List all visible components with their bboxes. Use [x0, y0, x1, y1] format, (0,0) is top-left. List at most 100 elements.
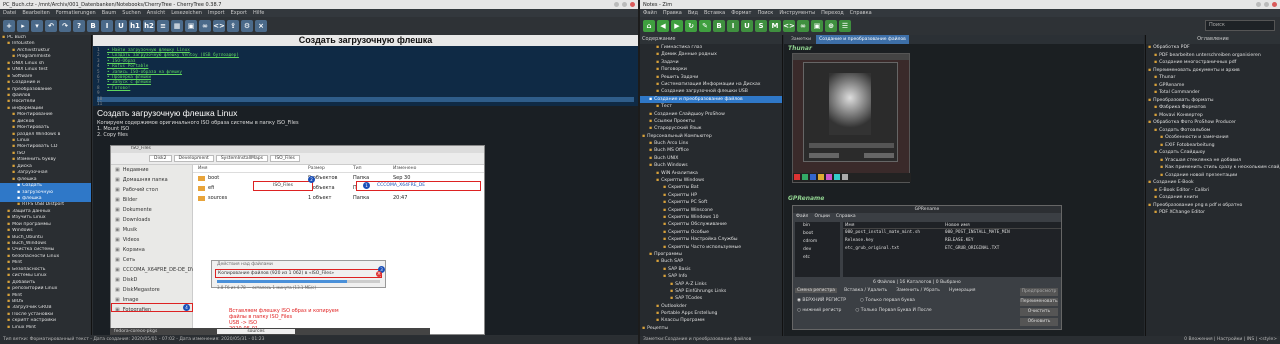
- rename-button[interactable]: Переименовать: [1020, 298, 1058, 306]
- tree-item[interactable]: ▪ Скрипты Windows: [640, 177, 782, 184]
- home-icon[interactable]: ⌂: [643, 20, 655, 32]
- code-text[interactable]: • Rufus Portable: [107, 64, 148, 69]
- file-row[interactable]: sources 1 объект Папка 20:47: [198, 193, 484, 203]
- tree-item[interactable]: ▪ Рецепты: [640, 325, 782, 332]
- image-icon[interactable]: ▣: [185, 20, 197, 32]
- italic-icon[interactable]: I: [101, 20, 113, 32]
- dir-item[interactable]: bin: [795, 222, 840, 230]
- radio-first[interactable]: ○ Только первая буква: [860, 298, 915, 303]
- gpr-row[interactable]: etc_grub_original.txt ETC_GRUB_ORIGINAL.T…: [843, 245, 1061, 253]
- menu-item[interactable]: Hilfe: [253, 10, 264, 16]
- menu-item[interactable]: Lesezeichen: [171, 10, 202, 16]
- tree-item[interactable]: ▪ Создание новой презентации: [1146, 172, 1280, 180]
- column-header[interactable]: Размер: [308, 166, 353, 171]
- tree-item[interactable]: ▪ Thunar: [1146, 74, 1280, 82]
- maximize-icon[interactable]: [1264, 2, 1269, 7]
- code-text[interactable]: • Запуск с флешки: [107, 80, 151, 85]
- tree-item[interactable]: ▪ Portable Apps Erstellung: [640, 310, 782, 317]
- find-icon[interactable]: ?: [73, 20, 85, 32]
- tree-item[interactable]: ▪ SAP Info: [640, 273, 782, 280]
- tree-item[interactable]: ▪ SAP TCodes: [640, 295, 782, 302]
- tree-item[interactable]: ▪ Программы: [640, 251, 782, 258]
- back-icon[interactable]: ◀: [657, 20, 669, 32]
- tree-item[interactable]: ▪ Скрипты PC Soft: [640, 199, 782, 206]
- menu-item[interactable]: Datei: [3, 10, 16, 16]
- tree-item[interactable]: ▪ WiN Аналитика: [640, 170, 782, 177]
- column-header[interactable]: Изменено: [393, 166, 453, 171]
- path-segment[interactable]: Development: [173, 155, 214, 162]
- reload-icon[interactable]: ↻: [685, 20, 697, 32]
- gpr-menu-item[interactable]: Файл: [796, 213, 808, 220]
- tree-item[interactable]: ▪ Скрипты Обслуживание: [640, 221, 782, 228]
- tree-item[interactable]: ▪ Создание многостраничных pdf: [1146, 59, 1280, 67]
- place-item[interactable]: ▣ Рабочий стол: [111, 185, 192, 195]
- column-header[interactable]: Имя: [198, 166, 308, 171]
- place-item[interactable]: ▣ DiskD: [111, 275, 192, 285]
- gpr-row[interactable]: 000_post_install_mate_mint.sh 000_POST_IN…: [843, 229, 1061, 237]
- recent-icon[interactable]: ☰: [839, 20, 851, 32]
- search-box-cccoma[interactable]: CCCOMA_X64FRE_DE: [356, 181, 481, 191]
- tree-item[interactable]: ▪ Скрипты Bat: [640, 184, 782, 191]
- menu-item[interactable]: Правка: [663, 10, 682, 16]
- tree-item[interactable]: ▪ Buch MS Office: [640, 147, 782, 154]
- tree-item[interactable]: ▪ Linux Mint: [0, 325, 91, 331]
- tree-item[interactable]: ▪ Гимнастика глаз: [640, 44, 782, 51]
- place-item[interactable]: ▣ DiskMegastore: [111, 285, 192, 295]
- tab-1[interactable]: Создание и преобразование файлов: [816, 35, 909, 44]
- path-segment[interactable]: ISO_Files: [270, 155, 300, 162]
- tree-item[interactable]: ▪ Переименовать документы и архив: [1146, 67, 1280, 75]
- tree-item[interactable]: ▪ Скрипты HP: [640, 192, 782, 199]
- export-icon[interactable]: ⇪: [227, 20, 239, 32]
- new-icon[interactable]: +: [3, 20, 15, 32]
- place-item[interactable]: ▣ Videos: [111, 235, 192, 245]
- menu-item[interactable]: Export: [231, 10, 247, 16]
- insert-icon[interactable]: ⊕: [825, 20, 837, 32]
- tree-item[interactable]: ▪ Total Commander: [1146, 89, 1280, 97]
- dir-item[interactable]: cdrom: [795, 238, 840, 246]
- place-item[interactable]: ▣ Musik: [111, 225, 192, 235]
- dir-item[interactable]: boot: [795, 230, 840, 238]
- minimize-icon[interactable]: [614, 2, 619, 7]
- menu-item[interactable]: Baum: [102, 10, 117, 16]
- clear-button[interactable]: Очистить: [1020, 308, 1058, 316]
- tree-item[interactable]: ▪ GPRename: [1146, 82, 1280, 90]
- search-box-iso[interactable]: ISO_Files: [253, 181, 313, 191]
- menu-item[interactable]: Файл: [643, 10, 657, 16]
- h1-icon[interactable]: h1: [129, 20, 141, 32]
- path-segment[interactable]: SystemInstallMaps: [215, 155, 268, 162]
- bold-icon[interactable]: B: [713, 20, 725, 32]
- code-icon[interactable]: <>: [783, 20, 795, 32]
- place-item[interactable]: ▣ CCCOMA_X64FRE_DE-DE_DV9: [111, 265, 198, 275]
- tree-item[interactable]: ▪ Создание загрузочной флешки USB: [640, 88, 782, 95]
- tree-item[interactable]: ▪ SAP A-Z Links: [640, 281, 782, 288]
- node-tree[interactable]: ▪ PC Buch ▪ InfoListen ▪ Archivstruktur ▪ Progr…: [0, 35, 92, 335]
- menu-item[interactable]: Вставка: [704, 10, 725, 16]
- tree-item[interactable]: ▪ Поговорки: [640, 66, 782, 73]
- menu-item[interactable]: Инструменты: [779, 10, 815, 16]
- tree-item[interactable]: ▪ Обработка PDF: [1146, 44, 1280, 52]
- tree-item[interactable]: ▪ Систематизация Информации на Дисках: [640, 81, 782, 88]
- tree-item[interactable]: ▪ Создание и преобразование файлов: [640, 95, 782, 104]
- tree-item[interactable]: ▪ Особенности и замечания: [1146, 134, 1280, 142]
- menu-item[interactable]: Suchen: [122, 10, 141, 16]
- radio-lower[interactable]: ○ нижний регистр: [797, 308, 841, 313]
- menu-item[interactable]: Поиск: [757, 10, 773, 16]
- code-box[interactable]: 1 • Найти загрузочную флешку Linux 2 • Созд…: [93, 46, 638, 107]
- tree-item[interactable]: ▪ Buch UNIX: [640, 155, 782, 162]
- tree-item[interactable]: ▪ Скрипты Windows 10: [640, 214, 782, 221]
- tree-item[interactable]: ▪ Создание E-Book: [1146, 179, 1280, 187]
- undo-icon[interactable]: ↶: [45, 20, 57, 32]
- gpr-tab[interactable]: Нумерация: [947, 288, 978, 293]
- tree-item[interactable]: ▪ Создать Слайдшоу: [1146, 149, 1280, 157]
- page-tree[interactable]: ▪ Гимнастика глаз ▪ Домик Данные родных ▪ Зад…: [640, 44, 782, 332]
- tree-item[interactable]: ▪ E-Book Editor - Calibri: [1146, 187, 1280, 195]
- forward-icon[interactable]: ▶: [671, 20, 683, 32]
- code-text[interactable]: • Готово!: [107, 86, 130, 91]
- tree-item[interactable]: ▪ Домик Данные родных: [640, 51, 782, 58]
- tree-item[interactable]: ▪ Решить Задачи: [640, 74, 782, 81]
- menu-item[interactable]: Формат: [731, 10, 751, 16]
- tree-item[interactable]: ▪ Создать Фотоальбом: [1146, 127, 1280, 135]
- gpr-col[interactable]: Новое имя: [943, 222, 1061, 228]
- settings-icon[interactable]: ⚙: [241, 20, 253, 32]
- code-text[interactable]: • Запись ISO-образа на флешку: [107, 70, 182, 75]
